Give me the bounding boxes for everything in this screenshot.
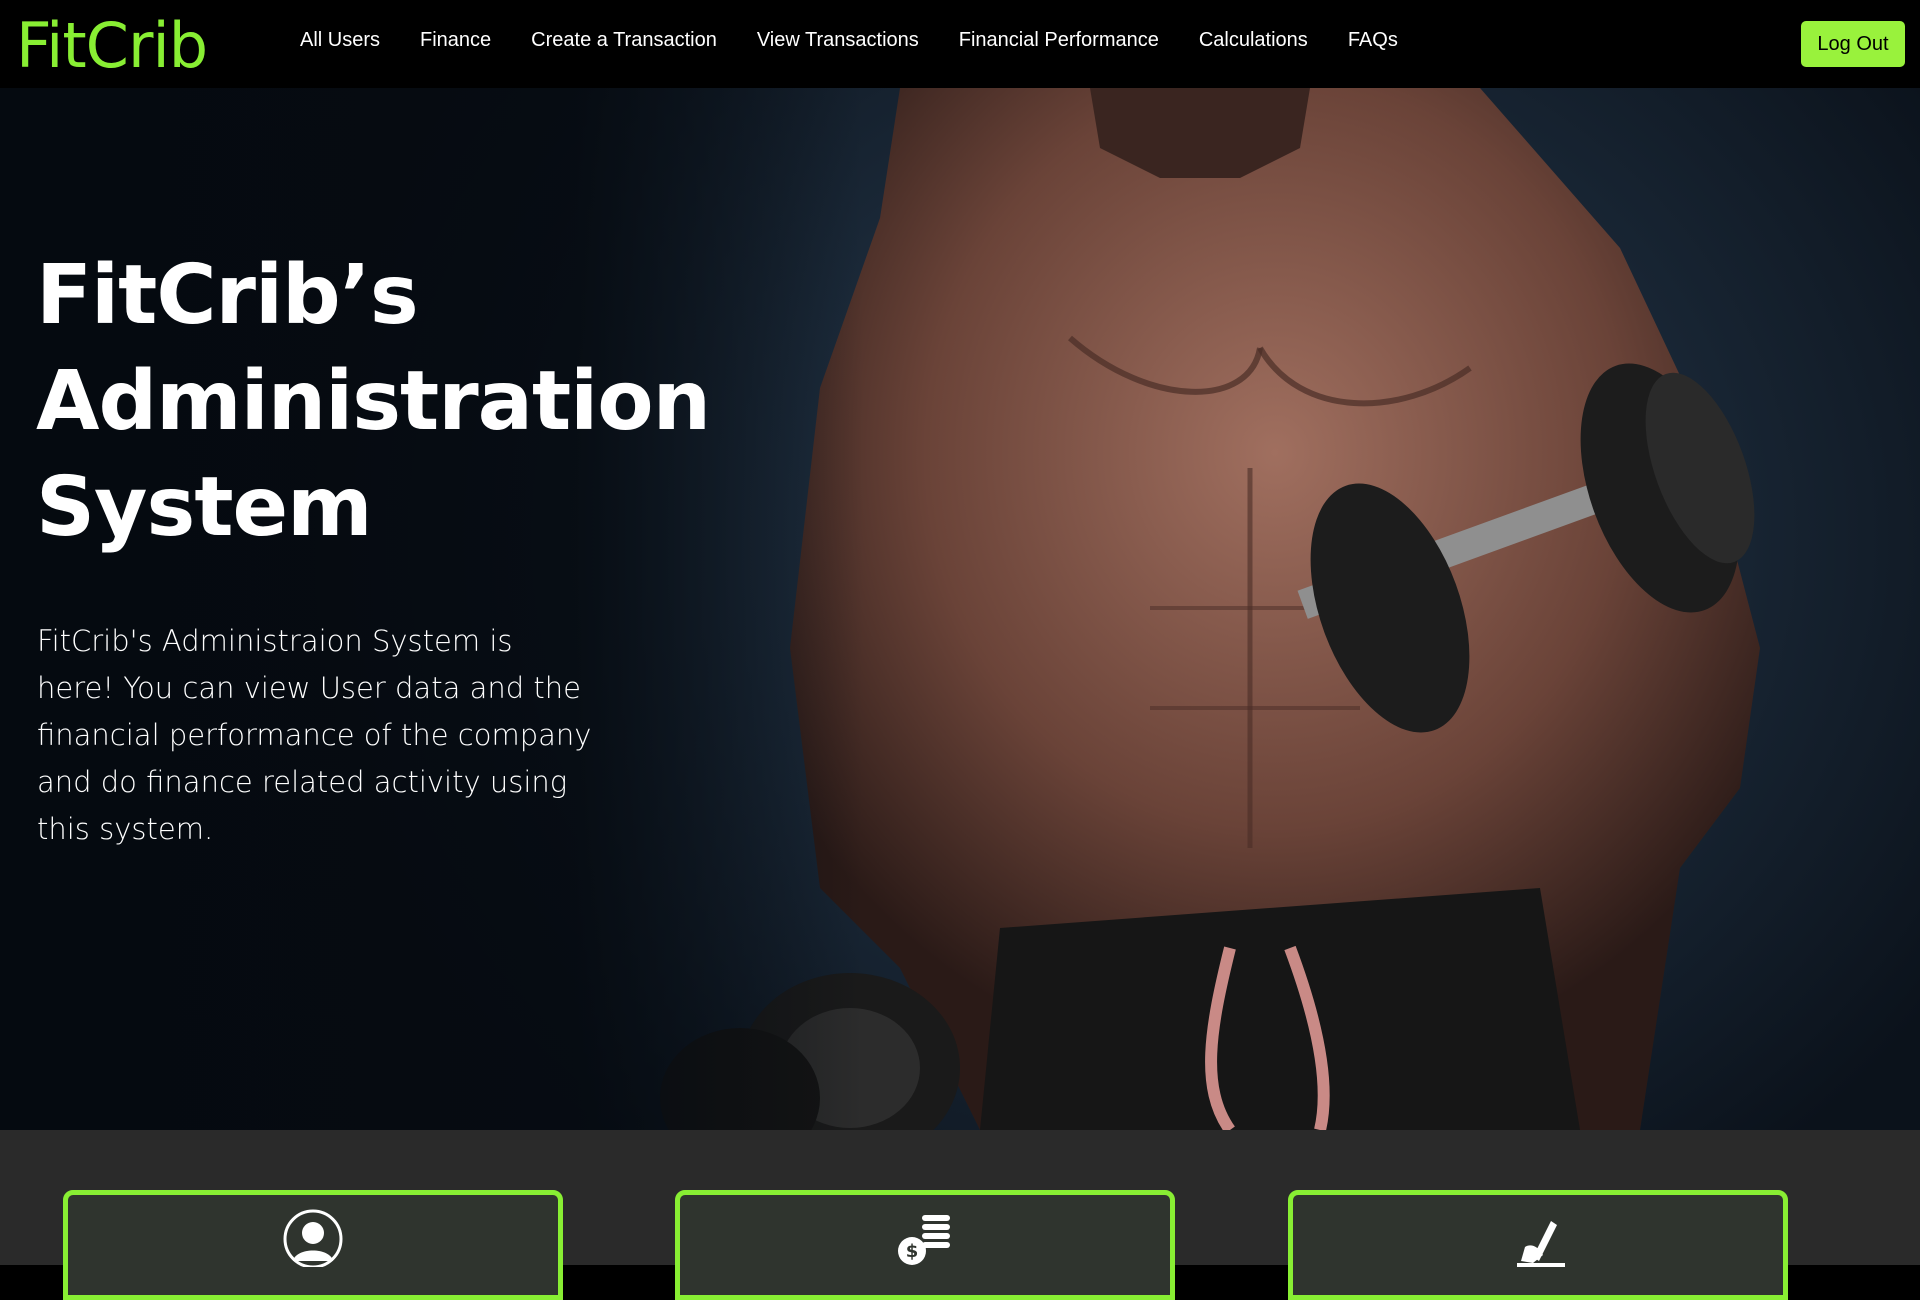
hero-title-line-3: System: [36, 460, 373, 555]
feature-card-users[interactable]: [63, 1190, 563, 1300]
nav-calculations[interactable]: Calculations: [1199, 29, 1308, 52]
nav-view-transactions[interactable]: View Transactions: [757, 29, 919, 52]
signing-hand-icon: [1517, 1221, 1565, 1267]
nav-financial-performance[interactable]: Financial Performance: [959, 29, 1159, 52]
logout-button[interactable]: Log Out: [1801, 21, 1905, 67]
feature-card-finance[interactable]: $: [675, 1190, 1175, 1300]
top-navbar: FitCrib All Users Finance Create a Trans…: [0, 0, 1920, 88]
user-icon: [283, 1209, 343, 1267]
nav-finance[interactable]: Finance: [420, 29, 491, 52]
brand-logo[interactable]: FitCrib: [16, 8, 208, 84]
svg-text:$: $: [906, 1241, 919, 1262]
features-section: $: [0, 1130, 1920, 1300]
hero-title-line-1: FitCrib’s: [36, 248, 419, 343]
hero-title-line-2: Administration: [36, 354, 711, 449]
coins-dollar-icon: $: [898, 1215, 950, 1265]
main-nav: All Users Finance Create a Transaction V…: [300, 0, 1438, 80]
hero-description: FitCrib's Administraion System is here! …: [37, 624, 592, 846]
nav-create-transaction[interactable]: Create a Transaction: [531, 29, 717, 52]
nav-faqs[interactable]: FAQs: [1348, 29, 1398, 52]
hero-section: FitCrib’s Administration System FitCrib'…: [0, 88, 1920, 1130]
nav-all-users[interactable]: All Users: [300, 29, 380, 52]
hero-title: FitCrib’s Administration System: [36, 243, 796, 561]
feature-card-transactions[interactable]: [1288, 1190, 1788, 1300]
